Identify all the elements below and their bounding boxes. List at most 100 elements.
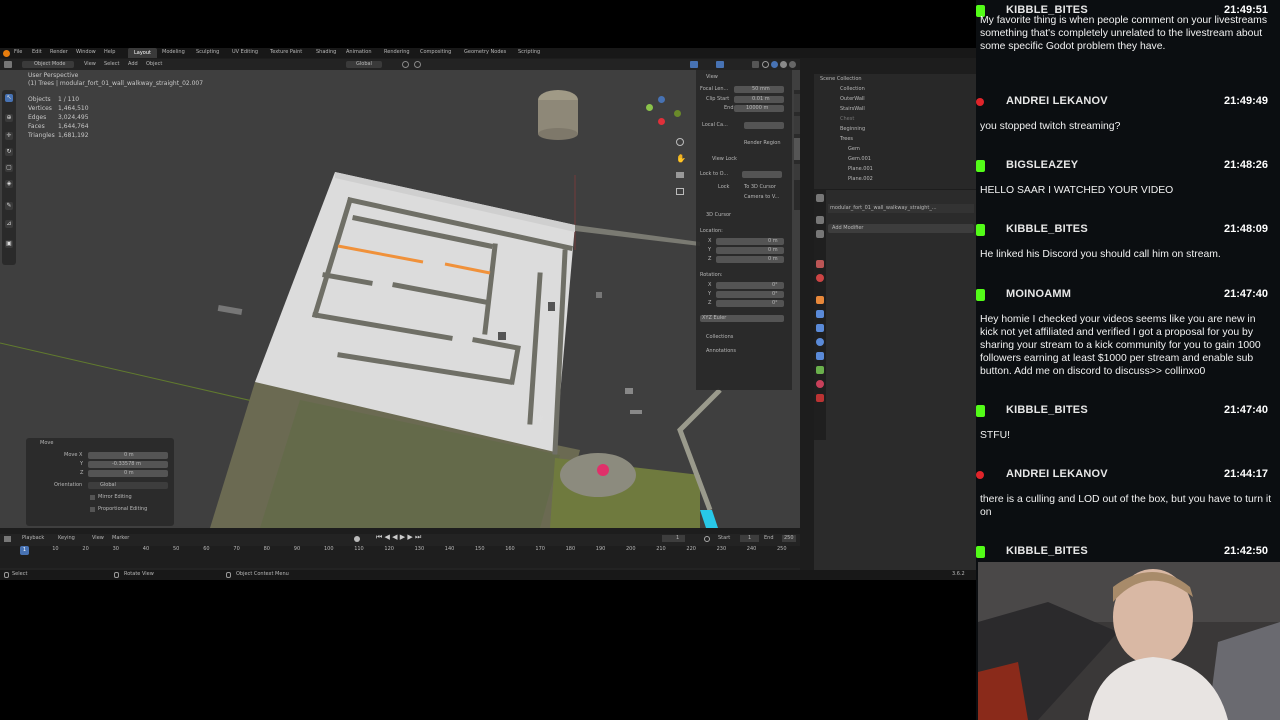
scale-tool-icon[interactable]: ▢ bbox=[5, 164, 13, 172]
outliner-item[interactable]: Beginning bbox=[830, 126, 970, 134]
menu-add[interactable]: Add bbox=[128, 61, 138, 68]
navigation-gizmo[interactable] bbox=[640, 96, 684, 130]
chat-username[interactable]: KIBBLE_BITES bbox=[1006, 404, 1088, 416]
playhead[interactable]: 1 bbox=[20, 546, 29, 555]
move-z-field[interactable]: 0 m bbox=[88, 470, 168, 477]
select-tool-icon[interactable]: ↖ bbox=[5, 94, 13, 102]
camera-view-icon[interactable] bbox=[676, 172, 684, 178]
chat-username[interactable]: MOINOAMM bbox=[1006, 288, 1071, 300]
proportional-checkbox[interactable] bbox=[90, 507, 95, 512]
menu-edit[interactable]: Edit bbox=[32, 49, 42, 56]
add-cube-tool-icon[interactable]: ▣ bbox=[5, 240, 13, 248]
show-gizmo-icon[interactable] bbox=[690, 61, 698, 68]
annotate-tool-icon[interactable]: ✎ bbox=[5, 202, 13, 210]
camera-to-view-checkbox[interactable]: Camera to V... bbox=[744, 194, 779, 201]
move-y-field[interactable]: -0.33578 m bbox=[88, 461, 168, 468]
cursor-loc-x[interactable]: 0 m bbox=[716, 238, 784, 245]
cursor-rot-x[interactable]: 0° bbox=[716, 282, 784, 289]
outliner-item[interactable]: Chest bbox=[830, 116, 970, 124]
tool-tab-icon[interactable] bbox=[816, 194, 824, 202]
move-panel-title[interactable]: Move bbox=[40, 440, 53, 447]
add-modifier-button[interactable]: Add Modifier bbox=[828, 224, 974, 233]
cursor-tool-icon[interactable]: ⊕ bbox=[5, 114, 13, 122]
tab-animation[interactable]: Animation bbox=[346, 49, 372, 56]
rotate-tool-icon[interactable]: ↻ bbox=[5, 148, 13, 156]
tab-view[interactable] bbox=[794, 138, 800, 160]
shading-solid-icon[interactable] bbox=[771, 61, 778, 68]
timeline-editor-icon[interactable] bbox=[4, 536, 11, 542]
tab-compositing[interactable]: Compositing bbox=[420, 49, 451, 56]
object-tab-icon[interactable] bbox=[816, 296, 824, 304]
outliner-item[interactable]: Gem.001 bbox=[838, 156, 970, 164]
menu-render[interactable]: Render bbox=[50, 49, 68, 56]
blender-logo-icon[interactable] bbox=[3, 50, 10, 57]
tab-edit[interactable] bbox=[794, 164, 800, 180]
shading-wireframe-icon[interactable] bbox=[762, 61, 769, 68]
texture-tab-icon[interactable] bbox=[816, 394, 824, 402]
menu-select[interactable]: Select bbox=[104, 61, 119, 68]
menu-object[interactable]: Object bbox=[146, 61, 162, 68]
chat-username[interactable]: BIGSLEAZEY bbox=[1006, 159, 1078, 171]
chat-username[interactable]: ANDREI LEKANOV bbox=[1006, 95, 1108, 107]
orientation-select[interactable]: Global bbox=[346, 61, 382, 68]
transform-tool-icon[interactable]: ◈ bbox=[5, 180, 13, 188]
shading-material-icon[interactable] bbox=[780, 61, 787, 68]
lock-to-cursor-checkbox[interactable]: To 3D Cursor bbox=[744, 184, 776, 191]
chat-username[interactable]: ANDREI LEKANOV bbox=[1006, 468, 1108, 480]
particles-tab-icon[interactable] bbox=[816, 324, 824, 332]
physics-tab-icon[interactable] bbox=[816, 338, 824, 346]
menu-view[interactable]: View bbox=[92, 535, 104, 542]
menu-help[interactable]: Help bbox=[104, 49, 115, 56]
end-field[interactable]: 250 bbox=[782, 535, 796, 542]
tab-uv-editing[interactable]: UV Editing bbox=[232, 49, 258, 56]
cursor-rot-y[interactable]: 0° bbox=[716, 291, 784, 298]
material-tab-icon[interactable] bbox=[816, 380, 824, 388]
3d-viewport[interactable]: ✱ User Perspective (1) Trees | modular_f… bbox=[0, 70, 800, 528]
tab-modeling[interactable]: Modeling bbox=[162, 49, 185, 56]
cursor-rot-z[interactable]: 0° bbox=[716, 300, 784, 307]
modifier-tab-icon[interactable] bbox=[816, 310, 824, 318]
move-x-field[interactable]: 0 m bbox=[88, 452, 168, 459]
gizmo-z-icon[interactable] bbox=[658, 96, 665, 103]
outliner-item[interactable]: OuterWall bbox=[830, 96, 970, 104]
outliner-item[interactable]: Collection bbox=[830, 86, 970, 94]
outliner-item[interactable]: Trees bbox=[830, 136, 970, 144]
view-section-title[interactable]: View bbox=[706, 74, 718, 81]
chat-username[interactable]: KIBBLE_BITES bbox=[1006, 545, 1088, 557]
menu-playback[interactable]: Playback bbox=[22, 535, 44, 542]
lock-to-object-field[interactable] bbox=[742, 171, 782, 178]
pan-hand-icon[interactable]: ✋ bbox=[676, 154, 686, 163]
rotation-mode-select[interactable]: XYZ Euler bbox=[700, 315, 784, 322]
menu-keying[interactable]: Keying bbox=[58, 535, 75, 542]
tab-rendering[interactable]: Rendering bbox=[384, 49, 410, 56]
playback-controls[interactable]: ⏮ ◀ ◀ ▶ ▶ ⏭ bbox=[376, 534, 421, 541]
start-field[interactable]: 1 bbox=[740, 535, 760, 542]
menu-window[interactable]: Window bbox=[76, 49, 96, 56]
xray-icon[interactable] bbox=[752, 61, 759, 68]
tab-shading[interactable]: Shading bbox=[316, 49, 336, 56]
output-tab-icon[interactable] bbox=[816, 230, 824, 238]
perspective-toggle-icon[interactable] bbox=[676, 188, 684, 195]
shading-render-icon[interactable] bbox=[789, 61, 796, 68]
current-frame-field[interactable]: 1 bbox=[662, 535, 686, 542]
record-button-icon[interactable] bbox=[354, 536, 360, 542]
snap-icon[interactable] bbox=[402, 61, 409, 68]
timeline-ruler[interactable]: 0102030405060708090100110120130140150160… bbox=[0, 546, 800, 568]
annotations-section[interactable]: Annotations bbox=[706, 348, 736, 355]
outliner-item[interactable]: Plane.001 bbox=[838, 166, 970, 174]
outliner-item[interactable]: StairsWall bbox=[830, 106, 970, 114]
measure-tool-icon[interactable]: ⊿ bbox=[5, 220, 13, 228]
menu-file[interactable]: File bbox=[14, 49, 22, 56]
tab-geometry-nodes[interactable]: Geometry Nodes bbox=[464, 49, 506, 56]
local-camera-field[interactable] bbox=[744, 122, 784, 129]
constraints-tab-icon[interactable] bbox=[816, 352, 824, 360]
data-tab-icon[interactable] bbox=[816, 366, 824, 374]
mirror-checkbox[interactable] bbox=[90, 495, 95, 500]
chat-username[interactable]: KIBBLE_BITES bbox=[1006, 223, 1088, 235]
outliner-item[interactable]: Plane.002 bbox=[838, 176, 970, 184]
cursor-loc-y[interactable]: 0 m bbox=[716, 247, 784, 254]
move-tool-icon[interactable]: ✛ bbox=[5, 132, 13, 140]
render-tab-icon[interactable] bbox=[816, 216, 824, 224]
3d-cursor-title[interactable]: 3D Cursor bbox=[706, 212, 731, 219]
clip-end-field[interactable]: 10000 m bbox=[734, 105, 784, 112]
